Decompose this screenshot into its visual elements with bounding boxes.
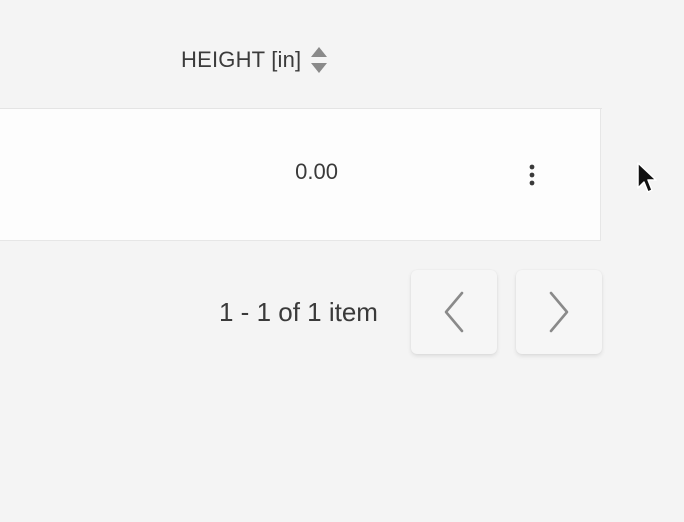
chevron-left-icon [444,291,464,333]
height-cell: 0.00 [295,159,338,184]
pagination: 1 - 1 of 1 item [0,270,602,356]
sort-icon[interactable] [310,45,328,75]
mouse-pointer-icon [636,162,658,198]
table-header: HEIGHT [in] [0,0,602,108]
previous-page-button[interactable] [411,270,497,354]
chevron-right-icon [549,291,569,333]
next-page-button[interactable] [516,270,602,354]
column-header-label: HEIGHT [in] [181,47,302,72]
more-vertical-icon[interactable] [518,159,546,191]
column-header-height[interactable]: HEIGHT [in] [181,44,328,76]
pagination-summary: 1 - 1 of 1 item [219,297,378,327]
table-row: 0.00 [0,109,601,241]
